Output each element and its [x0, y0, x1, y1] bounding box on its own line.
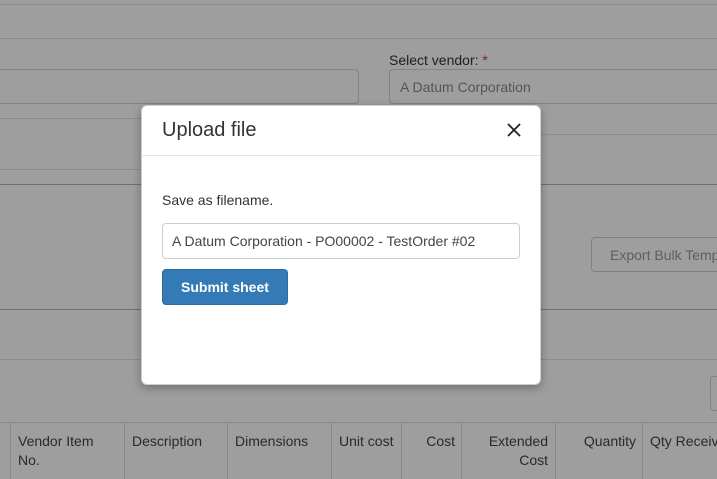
filename-input[interactable]: [162, 223, 520, 259]
close-icon: [507, 123, 521, 137]
close-button[interactable]: [504, 120, 524, 140]
modal-title: Upload file: [162, 119, 257, 141]
modal-body: Save as filename. Submit sheet: [142, 156, 540, 305]
filename-help-text: Save as filename.: [162, 192, 274, 208]
submit-sheet-button[interactable]: Submit sheet: [162, 269, 288, 305]
upload-file-dialog: Upload file Save as filename. Submit she…: [141, 105, 541, 385]
modal-header: Upload file: [142, 106, 540, 156]
page: Select vendor: * A Datum Corporation Exp…: [0, 0, 717, 479]
